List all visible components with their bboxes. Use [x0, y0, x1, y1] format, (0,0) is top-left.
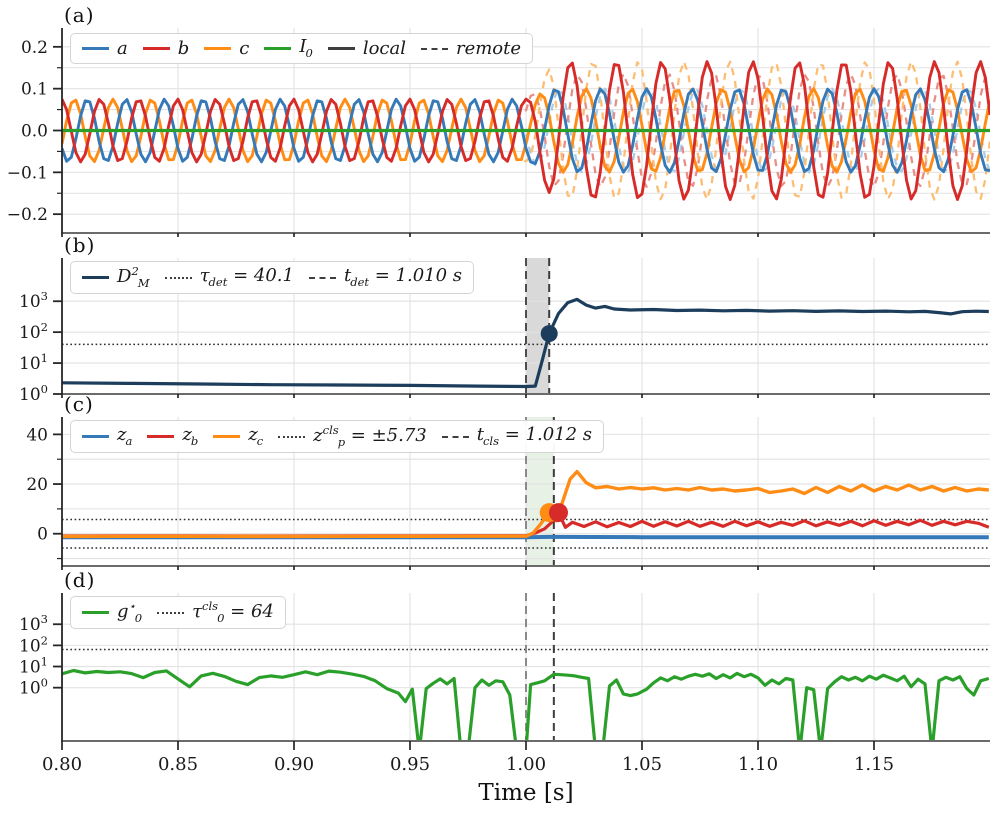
- y-tick-label: 20: [26, 475, 48, 495]
- y-tick-label: 103: [19, 612, 48, 635]
- legend-entry: zc: [213, 424, 264, 448]
- legend-entry: tdet = 1.010 s: [308, 265, 463, 289]
- y-tick-label: 0: [37, 525, 48, 545]
- legend-solid-swatch: [142, 47, 170, 51]
- legend-dashed-swatch: [420, 47, 448, 50]
- legend-entry: zclsp = ±5.73: [278, 423, 427, 449]
- x-tick-label: 1.15: [854, 754, 894, 775]
- event-marker-dot: [540, 325, 558, 343]
- legend-solid-swatch: [82, 276, 109, 280]
- legend-solid-swatch: [82, 611, 109, 615]
- panel-b-legend: D2M τdet = 40.1 tdet = 1.010 s: [70, 261, 475, 295]
- legend-entry: zb: [147, 424, 199, 448]
- legend-entry: a: [82, 37, 128, 59]
- legend-label: zclsp = ±5.73: [313, 423, 427, 449]
- y-axis-ticks: 103102101100: [19, 612, 62, 699]
- legend-label: τdet = 40.1: [199, 265, 294, 289]
- y-tick-label: 101: [19, 655, 48, 678]
- x-axis-ticks: 0.80 0.85 0.90 0.95 1.00 1.05 1.10 1.15: [42, 754, 894, 775]
- legend-label: τcls0 = 64: [192, 599, 274, 625]
- legend-dashed-swatch: [441, 435, 469, 438]
- y-axis-ticks: 40 20 0: [26, 425, 62, 560]
- y-tick-label: 40: [26, 425, 48, 445]
- y-tick-label: 101: [19, 351, 48, 374]
- x-tick-label: 0.90: [274, 754, 314, 775]
- x-axis-label: Time [s]: [478, 780, 574, 806]
- legend-dashed-swatch: [308, 276, 336, 279]
- legend-label: remote: [455, 37, 522, 59]
- y-axis-ticks: 0.2 0.1 0.0 −0.1 −0.2: [7, 38, 62, 225]
- legend-label: I0: [299, 36, 313, 60]
- legend-solid-swatch: [327, 47, 355, 51]
- legend-entry: c: [204, 37, 250, 59]
- legend-entry: g⋆0: [82, 599, 143, 625]
- legend-label: za: [117, 424, 133, 448]
- plot-canvas: 0.20.10.0−0.1−0.210310210110040200103102…: [7, 28, 990, 775]
- panel-c-legend: za zb zc zclsp = ±5.73 tcls = 1.012 s: [70, 420, 605, 454]
- x-tick-label: 1.05: [622, 754, 662, 775]
- legend-solid-swatch: [147, 435, 175, 439]
- panel-a-legend: a b c I0 local remote: [70, 33, 534, 65]
- x-tick-label: 0.80: [42, 754, 82, 775]
- legend-entry: τdet = 40.1: [164, 265, 294, 289]
- y-axis-ticks: 103 102 101 100: [19, 289, 62, 405]
- y-tick-label: −0.2: [7, 205, 48, 225]
- legend-entry: τcls0 = 64: [157, 599, 274, 625]
- legend-dotted-swatch: [164, 276, 192, 279]
- y-tick-label: 100: [19, 676, 48, 699]
- legend-label: D2M: [117, 264, 150, 290]
- legend-label: a: [117, 37, 128, 59]
- legend-solid-swatch: [82, 435, 109, 439]
- y-tick-label: 100: [19, 382, 48, 405]
- figure: 0.2 0.1 0.0 −0.1 −0.2 103 102 101 100 40 20 0 103 102…: [0, 0, 997, 829]
- x-tick-label: 0.85: [158, 754, 198, 775]
- panel-a-title: (a): [64, 3, 95, 27]
- x-tick-label: 0.95: [390, 754, 430, 775]
- legend-entry: remote: [420, 37, 522, 59]
- legend-entry: I0: [264, 36, 313, 60]
- panel-d-title: (d): [64, 568, 96, 592]
- y-tick-label: −0.1: [7, 163, 48, 183]
- event-marker-dot: [548, 503, 568, 523]
- panel-c-title: (c): [64, 392, 94, 416]
- y-tick-label: 0.0: [21, 122, 48, 142]
- legend-dotted-swatch: [157, 611, 185, 614]
- panel-d-legend: g⋆0 τcls0 = 64: [70, 596, 286, 630]
- legend-label: tcls = 1.012 s: [476, 424, 593, 448]
- y-tick-label: 0.1: [21, 80, 48, 100]
- y-tick-label: 103: [19, 289, 48, 312]
- x-tick-label: 1.00: [506, 754, 546, 775]
- legend-entry: za: [82, 424, 133, 448]
- legend-entry: b: [142, 37, 190, 59]
- legend-entry: local: [327, 37, 406, 59]
- legend-label: tdet = 1.010 s: [343, 265, 463, 289]
- legend-label: b: [177, 37, 190, 59]
- legend-label: zb: [182, 424, 199, 448]
- y-tick-label: 102: [19, 320, 48, 343]
- legend-entry: tcls = 1.012 s: [441, 424, 593, 448]
- legend-label: c: [239, 37, 250, 59]
- legend-solid-swatch: [82, 47, 109, 51]
- legend-dotted-swatch: [278, 435, 306, 438]
- legend-label: g⋆0: [117, 599, 143, 625]
- legend-label: local: [362, 37, 406, 59]
- legend-entry: D2M: [82, 264, 150, 290]
- y-tick-label: 0.2: [21, 38, 48, 58]
- panel-b-title: (b): [64, 233, 96, 257]
- y-tick-label: 102: [19, 633, 48, 656]
- legend-solid-swatch: [213, 435, 241, 439]
- legend-label: zc: [248, 424, 264, 448]
- legend-solid-swatch: [204, 47, 232, 51]
- legend-solid-swatch: [264, 47, 292, 51]
- x-tick-label: 1.10: [738, 754, 778, 775]
